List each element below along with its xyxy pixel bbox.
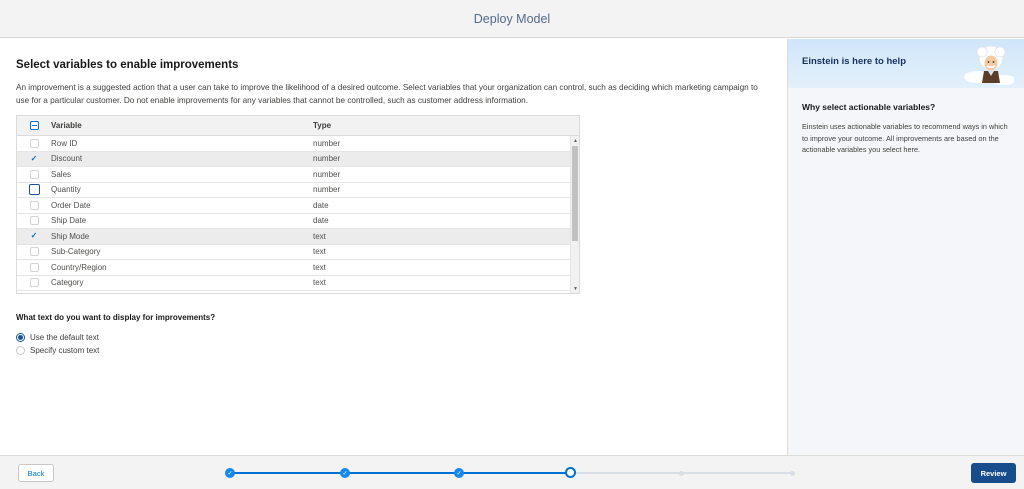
variable-name: Country/Region bbox=[51, 262, 107, 272]
variable-type: number bbox=[313, 154, 341, 164]
step-current-icon[interactable] bbox=[565, 467, 576, 478]
improvement-text-question: What text do you want to display for imp… bbox=[16, 313, 216, 322]
variable-type: text bbox=[313, 247, 326, 257]
help-question: Why select actionable variables? bbox=[802, 102, 936, 112]
variable-name: Sub-Category bbox=[51, 247, 101, 257]
row-checkbox[interactable] bbox=[28, 184, 40, 196]
table-row[interactable]: Ship Date date bbox=[17, 214, 571, 229]
table-row[interactable]: Sales number bbox=[17, 167, 571, 183]
variable-type: number bbox=[313, 138, 341, 148]
table-row[interactable]: Category text bbox=[17, 276, 571, 291]
section-title: Select variables to enable improvements bbox=[16, 59, 239, 71]
help-banner: Einstein is here to help bbox=[788, 39, 1024, 88]
table-scrollbar[interactable]: ▲ ▼ bbox=[570, 136, 579, 293]
radio-label: Use the default text bbox=[30, 333, 99, 342]
select-all-cell[interactable] bbox=[17, 121, 51, 130]
step-pending-icon bbox=[790, 470, 795, 476]
help-answer: Einstein uses actionable variables to re… bbox=[802, 122, 1008, 154]
table-body: Row ID number ✓ Discount number Sales nu… bbox=[17, 136, 571, 293]
column-header-type: Type bbox=[313, 121, 332, 130]
variable-name: Row ID bbox=[51, 138, 78, 148]
row-checkbox[interactable] bbox=[29, 138, 39, 148]
step-complete-icon[interactable]: ✓ bbox=[340, 468, 350, 478]
variables-table: Variable Type Row ID number ✓ Discount n… bbox=[16, 115, 580, 294]
step-complete-icon[interactable]: ✓ bbox=[225, 468, 235, 478]
step-pending-icon bbox=[679, 470, 684, 476]
wizard-footer: Back ✓ ✓ ✓ Review bbox=[0, 455, 1024, 489]
row-checkbox[interactable] bbox=[29, 216, 39, 226]
row-checkbox[interactable] bbox=[29, 247, 39, 257]
section-description: An improvement is a suggested action tha… bbox=[16, 83, 758, 105]
table-row[interactable]: Sub-Category text bbox=[17, 245, 571, 260]
row-checkbox[interactable] bbox=[29, 278, 39, 288]
table-row[interactable]: Order Date date bbox=[17, 198, 571, 214]
table-row[interactable]: ✓ Ship Mode text bbox=[17, 229, 571, 245]
table-header: Variable Type bbox=[17, 116, 579, 136]
main-content: Select variables to enable improvements … bbox=[0, 39, 787, 455]
step-connector bbox=[682, 472, 793, 474]
variable-name: Ship Mode bbox=[51, 231, 90, 241]
row-checkbox[interactable]: ✓ bbox=[30, 232, 39, 241]
table-row[interactable]: Quantity number bbox=[17, 183, 571, 198]
variable-name: Sales bbox=[51, 169, 72, 179]
select-all-checkbox[interactable] bbox=[29, 121, 39, 130]
variable-name: Category bbox=[51, 278, 84, 288]
column-header-variable: Variable bbox=[51, 121, 82, 130]
variable-name: Order Date bbox=[51, 200, 91, 210]
variable-type: text bbox=[313, 231, 326, 241]
step-complete-icon[interactable]: ✓ bbox=[454, 468, 464, 478]
variable-name: Quantity bbox=[51, 185, 81, 195]
help-body: Why select actionable variables? Einstei… bbox=[788, 88, 1024, 156]
radio-default-text[interactable]: Use the default text bbox=[16, 331, 771, 344]
table-row[interactable]: ✓ Discount number bbox=[17, 151, 571, 167]
row-checkbox[interactable]: ✓ bbox=[30, 154, 39, 163]
row-checkbox[interactable] bbox=[29, 200, 39, 210]
help-panel: Einstein is here to help Why select acti… bbox=[787, 39, 1024, 455]
radio-custom-text[interactable]: Specify custom text bbox=[16, 344, 771, 357]
step-connector bbox=[230, 472, 345, 474]
row-checkbox[interactable] bbox=[29, 262, 39, 272]
app-header: Deploy Model bbox=[0, 0, 1024, 38]
variable-type: text bbox=[313, 262, 326, 272]
variable-type: date bbox=[313, 216, 329, 226]
radio-button[interactable] bbox=[16, 333, 25, 342]
variable-type: text bbox=[313, 278, 326, 288]
step-connector bbox=[459, 472, 571, 474]
variable-name: Ship Date bbox=[51, 216, 87, 226]
review-button[interactable]: Review bbox=[971, 463, 1016, 483]
scroll-down-icon[interactable]: ▼ bbox=[571, 284, 580, 293]
progress-stepper: ✓ ✓ ✓ bbox=[225, 467, 797, 479]
variable-type: number bbox=[313, 169, 341, 179]
radio-button[interactable] bbox=[16, 346, 25, 355]
einstein-mascot-icon bbox=[964, 45, 1014, 85]
scrollbar-thumb[interactable] bbox=[572, 146, 578, 241]
step-connector bbox=[571, 472, 682, 474]
radio-label: Specify custom text bbox=[30, 346, 100, 355]
scroll-up-icon[interactable]: ▲ bbox=[571, 136, 580, 145]
page-title: Deploy Model bbox=[473, 11, 551, 26]
table-row[interactable]: Country/Region text bbox=[17, 260, 571, 276]
step-connector bbox=[345, 472, 459, 474]
variable-name: Discount bbox=[51, 154, 83, 164]
back-button[interactable]: Back bbox=[18, 464, 54, 482]
row-checkbox[interactable] bbox=[29, 169, 39, 179]
variable-type: number bbox=[313, 185, 341, 195]
table-row[interactable]: Row ID number bbox=[17, 136, 571, 152]
variable-type: date bbox=[313, 200, 329, 210]
